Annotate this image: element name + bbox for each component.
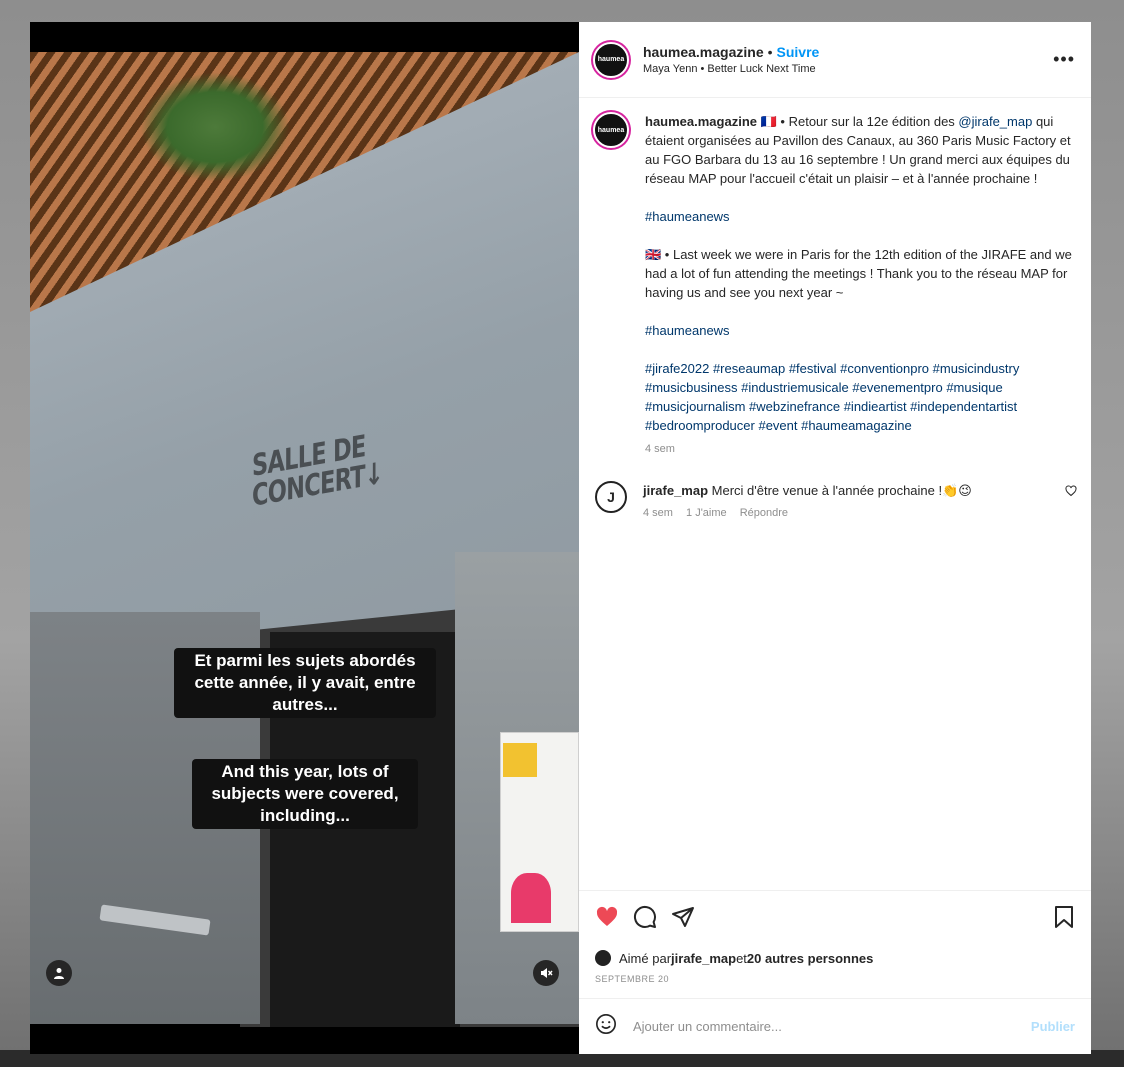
comment-username[interactable]: jirafe_map <box>643 483 708 498</box>
post-modal: SALLE DE CONCERT↓ Et parmi les sujets ab… <box>30 22 1091 1054</box>
comment-avatar[interactable]: J <box>595 481 627 513</box>
bookmark-icon[interactable] <box>1053 905 1075 936</box>
video-caption-french: Et parmi les sujets abordés cette année,… <box>174 648 436 718</box>
follow-button[interactable]: Suivre <box>777 44 820 60</box>
speaker-muted-icon[interactable] <box>533 960 559 986</box>
header-dot: • <box>767 44 773 60</box>
caption-body: haumea.magazine 🇫🇷 • Retour sur la 12e é… <box>645 112 1077 459</box>
comment-text-line: jirafe_map Merci d'être venue à l'année … <box>643 481 1057 500</box>
smiley-icon[interactable] <box>595 1013 617 1041</box>
comment-meta: 4 sem 1 J'aime Répondre <box>643 504 1057 523</box>
comment-time[interactable]: 4 sem <box>643 507 673 519</box>
hashtag-list[interactable]: #jirafe2022 #reseaumap #festival #conven… <box>645 359 1077 435</box>
header-line: haumea.magazine • Suivre <box>643 44 1053 60</box>
video-caption-english: And this year, lots of subjects were cov… <box>192 759 418 829</box>
hashtag-link[interactable]: #haumeanews <box>645 207 1077 226</box>
caption-french: haumea.magazine 🇫🇷 • Retour sur la 12e é… <box>645 112 1077 188</box>
caption-avatar[interactable]: haumea <box>593 112 629 148</box>
caption-username[interactable]: haumea.magazine <box>645 114 757 129</box>
action-bar <box>579 890 1091 950</box>
liked-by-user[interactable]: jirafe_map <box>671 951 736 966</box>
reply-button[interactable]: Répondre <box>740 507 788 519</box>
add-comment-bar: Publier <box>579 998 1091 1054</box>
comment-body: jirafe_map Merci d'être venue à l'année … <box>643 481 1057 523</box>
post-side-panel: haumea haumea.magazine • Suivre Maya Yenn … <box>579 22 1091 1054</box>
poster-yellow-block <box>503 743 537 777</box>
avatar[interactable]: haumea <box>593 41 629 78</box>
scene-plant <box>140 72 290 182</box>
flag-fr: 🇫🇷 <box>760 114 777 129</box>
liker-avatar[interactable] <box>595 950 611 966</box>
caption-fr-text-1: • Retour sur la 12e édition des <box>776 114 959 129</box>
poster-pink-shape <box>511 873 551 923</box>
comment-text: Merci d'être venue à l'année prochaine !… <box>708 483 972 498</box>
user-tag-icon[interactable] <box>46 960 72 986</box>
more-horizontal-icon[interactable]: ••• <box>1053 49 1075 70</box>
scene-poster <box>500 732 579 932</box>
caption-en-text: • Last week we were in Paris for the 12t… <box>645 247 1072 300</box>
heart-filled-icon[interactable] <box>595 905 619 936</box>
paper-plane-icon[interactable] <box>671 905 695 936</box>
heart-outline-icon[interactable] <box>1065 485 1077 500</box>
liked-by-middle: et <box>736 950 747 966</box>
likes-summary: Aimé par jirafe_map et 20 autres personn… <box>579 950 1091 966</box>
flag-en: 🇬🇧 <box>645 247 662 262</box>
publish-button[interactable]: Publier <box>1031 1019 1075 1034</box>
caption-time: 4 sem <box>645 440 1077 459</box>
comment-avatar-text: J <box>607 489 615 505</box>
mention-link[interactable]: @jirafe_map <box>958 114 1032 129</box>
comment-item: J jirafe_map Merci d'être venue à l'anné… <box>593 481 1077 523</box>
video-frame: SALLE DE CONCERT↓ <box>30 52 579 1027</box>
header-text: haumea.magazine • Suivre Maya Yenn • Bette… <box>643 44 1053 75</box>
audio-track-link[interactable]: Maya Yenn • Better Luck Next Time <box>643 63 1053 75</box>
reel-video[interactable]: SALLE DE CONCERT↓ Et parmi les sujets ab… <box>30 22 579 1054</box>
comments-area[interactable]: haumea haumea.magazine 🇫🇷 • Retour sur l… <box>579 98 1091 890</box>
hashtag-link[interactable]: #haumeanews <box>645 321 1077 340</box>
scene-sign-text: SALLE DE CONCERT↓ <box>252 428 383 514</box>
comment-likes[interactable]: 1 J'aime <box>686 507 727 519</box>
caption-english: 🇬🇧 • Last week we were in Paris for the … <box>645 245 1077 302</box>
post-date: SEPTEMBRE 20 <box>595 974 670 984</box>
caption-avatar-text: haumea <box>597 126 625 134</box>
post-header: haumea haumea.magazine • Suivre Maya Yenn … <box>579 22 1091 98</box>
avatar-text: haumea <box>597 56 625 63</box>
post-caption: haumea haumea.magazine 🇫🇷 • Retour sur l… <box>593 112 1077 459</box>
header-username[interactable]: haumea.magazine <box>643 44 764 60</box>
liked-by-prefix: Aimé par <box>619 950 672 966</box>
liked-by-others[interactable]: 20 autres personnes <box>747 951 873 966</box>
comment-input[interactable] <box>633 1019 1031 1034</box>
comment-bubble-icon[interactable] <box>633 905 657 936</box>
caption-time-text[interactable]: 4 sem <box>645 443 675 455</box>
